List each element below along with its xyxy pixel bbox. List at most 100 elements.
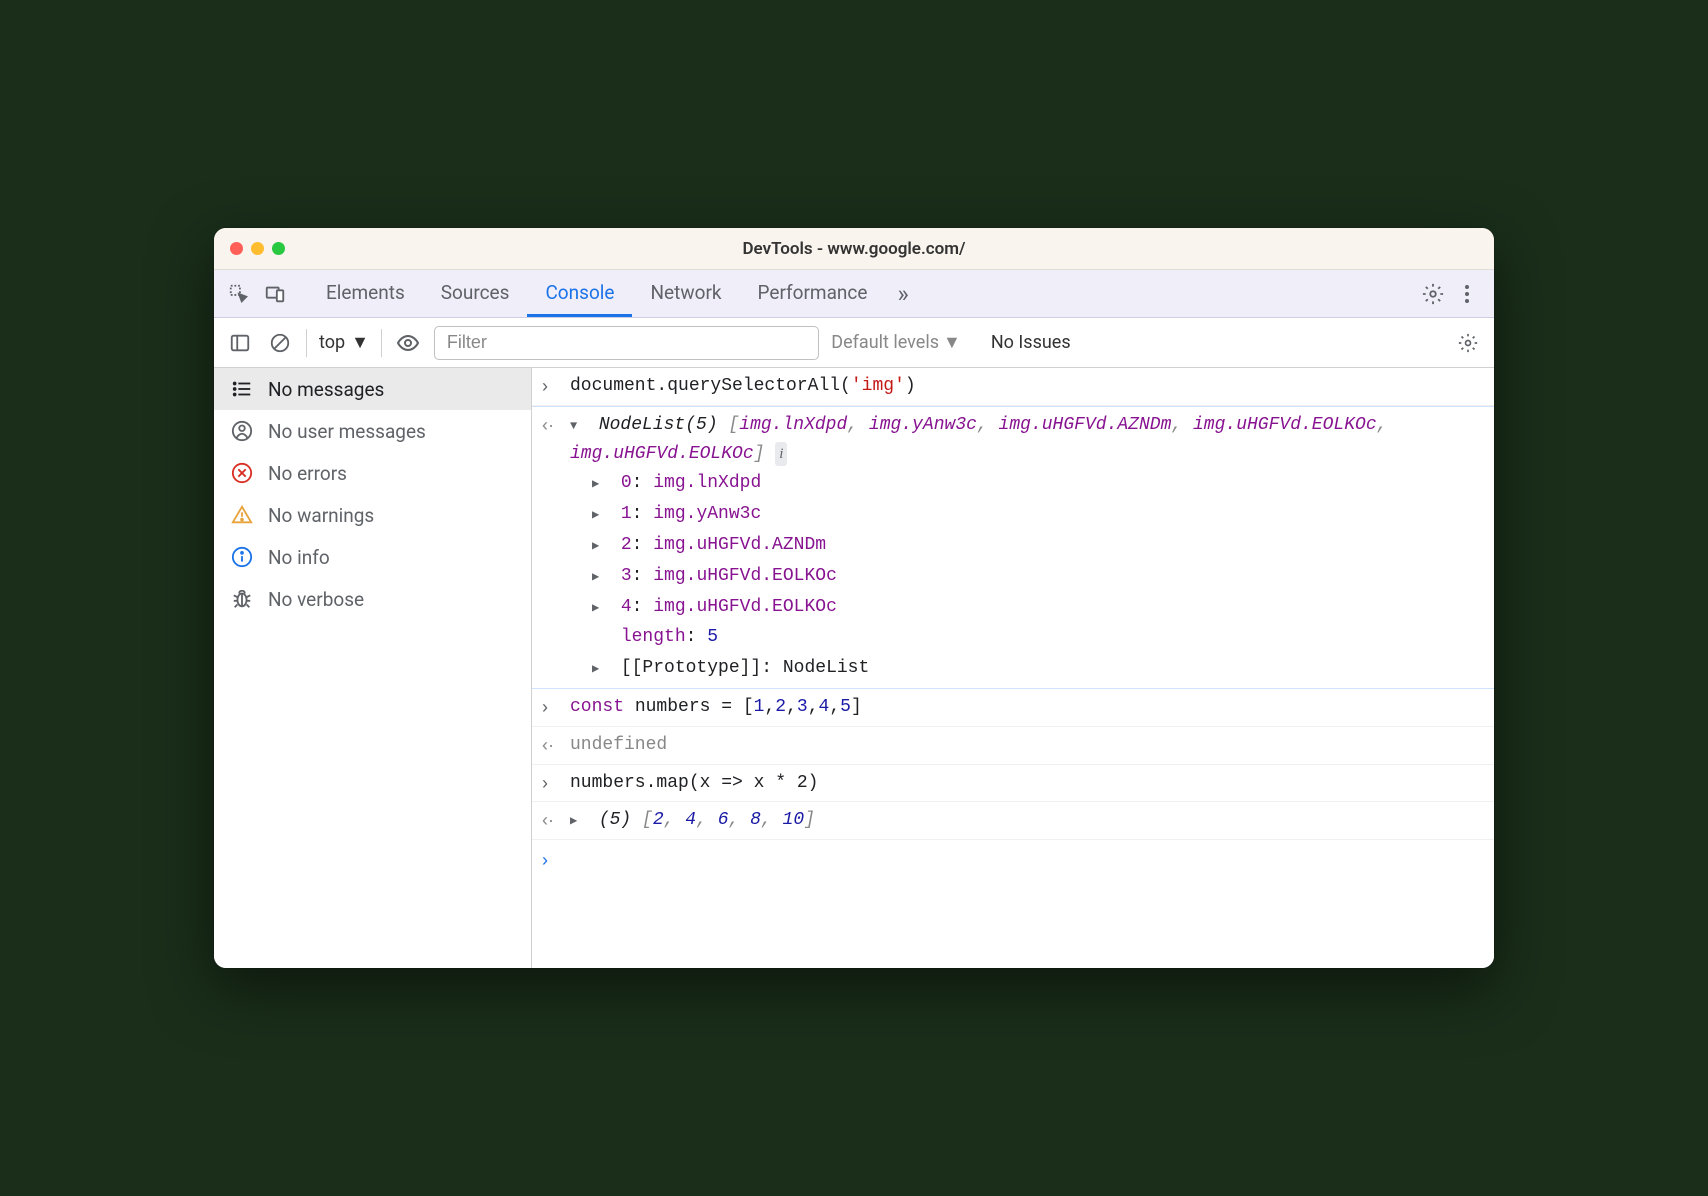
sidebar-item-info[interactable]: No info [214, 536, 531, 578]
tab-sources[interactable]: Sources [423, 270, 528, 317]
console-result-row[interactable]: ‹· ▶ (5) [2, 4, 6, 8, 10] [532, 802, 1494, 840]
sidebar-item-label: No errors [268, 462, 347, 485]
sidebar-item-label: No messages [268, 378, 384, 401]
tabs-overflow-icon[interactable]: » [885, 270, 920, 317]
code-num: 3 [797, 697, 808, 717]
sidebar-item-label: No warnings [268, 504, 374, 527]
code-num: 2 [775, 697, 786, 717]
console-result-row[interactable]: ‹· undefined [532, 727, 1494, 765]
code-num: 1 [754, 697, 765, 717]
sidebar-item-user-messages[interactable]: No user messages [214, 410, 531, 452]
devtools-window: DevTools - www.google.com/ Elements Sour… [214, 228, 1494, 968]
item-value: img.lnXdpd [653, 473, 761, 493]
expand-triangle-icon[interactable]: ▶ [592, 660, 606, 679]
window-title: DevTools - www.google.com/ [742, 239, 965, 259]
nodelist-item: img.lnXdpd [739, 415, 847, 435]
array-count: (5) [599, 810, 631, 830]
proto-value: NodeList [783, 658, 869, 678]
code-num: 5 [840, 697, 851, 717]
console-input-row[interactable]: › numbers.map(x => x * 2) [532, 765, 1494, 803]
device-toolbar-icon[interactable] [264, 283, 286, 305]
minimize-window-button[interactable] [251, 242, 264, 255]
info-badge-icon[interactable]: i [775, 442, 787, 466]
code-string: 'img' [851, 376, 905, 396]
input-marker-icon: › [542, 846, 570, 875]
more-menu-icon[interactable] [1456, 283, 1478, 305]
nodelist-item: img.uHGFVd.AZNDm [999, 415, 1172, 435]
output-marker-icon: ‹· [542, 411, 570, 440]
main-tabbar: Elements Sources Console Network Perform… [214, 270, 1494, 318]
dropdown-triangle-icon: ▼ [351, 332, 369, 353]
code-text: document.querySelectorAll( [570, 376, 851, 396]
sidebar-toggle-icon[interactable] [226, 329, 254, 357]
console-result-row[interactable]: ‹· ▼ NodeList(5) [img.lnXdpd, img.yAnw3c… [532, 406, 1494, 689]
clear-console-icon[interactable] [266, 329, 294, 357]
expand-triangle-icon[interactable]: ▶ [592, 537, 606, 556]
item-value: img.uHGFVd.AZNDm [653, 535, 826, 555]
code-text: numbers.map(x => x * 2) [570, 769, 1484, 798]
input-marker-icon: › [542, 372, 570, 401]
code-num: 10 [783, 810, 805, 830]
live-expression-icon[interactable] [394, 329, 422, 357]
tab-console[interactable]: Console [527, 270, 632, 317]
tab-performance[interactable]: Performance [740, 270, 886, 317]
code-num: 6 [718, 810, 729, 830]
console-output[interactable]: › document.querySelectorAll('img') ‹· ▼ … [532, 368, 1494, 968]
sidebar-item-label: No verbose [268, 588, 364, 611]
console-input-row[interactable]: › document.querySelectorAll('img') [532, 368, 1494, 406]
code-text: ] [851, 697, 862, 717]
input-marker-icon: › [542, 693, 570, 722]
output-marker-icon: ‹· [542, 731, 570, 760]
expand-triangle-icon[interactable]: ▶ [592, 475, 606, 494]
tab-elements[interactable]: Elements [308, 270, 423, 317]
sidebar-item-errors[interactable]: No errors [214, 452, 531, 494]
console-toolbar: top ▼ Default levels ▼ No Issues [214, 318, 1494, 368]
item-index: 3 [621, 566, 632, 586]
undefined-result: undefined [570, 731, 1484, 760]
message-sidebar: No messages No user messages No errors N… [214, 368, 532, 968]
console-input-row[interactable]: › const numbers = [1,2,3,4,5] [532, 689, 1494, 727]
expand-triangle-icon[interactable]: ▼ [570, 417, 584, 436]
code-text: ) [905, 376, 916, 396]
expand-triangle-icon[interactable]: ▶ [592, 599, 606, 618]
console-settings-gear-icon[interactable] [1454, 329, 1482, 357]
list-icon [230, 377, 254, 401]
maximize-window-button[interactable] [272, 242, 285, 255]
close-window-button[interactable] [230, 242, 243, 255]
sidebar-item-verbose[interactable]: No verbose [214, 578, 531, 620]
code-text: numbers = [ [635, 697, 754, 717]
context-selector[interactable]: top ▼ [319, 332, 369, 353]
item-index: 0 [621, 473, 632, 493]
expand-triangle-icon[interactable]: ▶ [592, 568, 606, 587]
sidebar-item-messages[interactable]: No messages [214, 368, 531, 410]
issues-status[interactable]: No Issues [991, 332, 1071, 353]
content-area: No messages No user messages No errors N… [214, 368, 1494, 968]
dropdown-triangle-icon: ▼ [943, 332, 961, 353]
proto-label: [[Prototype]] [621, 658, 761, 678]
code-keyword: const [570, 697, 624, 717]
code-num: 2 [653, 810, 664, 830]
nodelist-label: NodeList(5) [599, 415, 718, 435]
user-icon [230, 419, 254, 443]
code-num: 8 [750, 810, 761, 830]
nodelist-expanded: ▶ 0: img.lnXdpd ▶ 1: img.yAnw3c ▶ 2: img… [542, 468, 1484, 684]
code-num: 4 [819, 697, 830, 717]
code-num: 4 [685, 810, 696, 830]
expand-triangle-icon[interactable]: ▶ [592, 506, 606, 525]
tab-network[interactable]: Network [632, 270, 739, 317]
tab-list: Elements Sources Console Network Perform… [308, 270, 1406, 317]
settings-gear-icon[interactable] [1422, 283, 1444, 305]
item-index: 4 [621, 597, 632, 617]
filter-input[interactable] [434, 326, 819, 360]
info-icon [230, 545, 254, 569]
sidebar-item-label: No user messages [268, 420, 426, 443]
sidebar-item-warnings[interactable]: No warnings [214, 494, 531, 536]
traffic-lights [230, 242, 285, 255]
inspect-element-icon[interactable] [228, 283, 250, 305]
input-marker-icon: › [542, 769, 570, 798]
length-value: 5 [707, 627, 718, 647]
log-levels-dropdown[interactable]: Default levels ▼ [831, 332, 961, 353]
console-prompt[interactable]: › [532, 840, 1494, 881]
context-label: top [319, 332, 345, 353]
expand-triangle-icon[interactable]: ▶ [570, 812, 584, 831]
